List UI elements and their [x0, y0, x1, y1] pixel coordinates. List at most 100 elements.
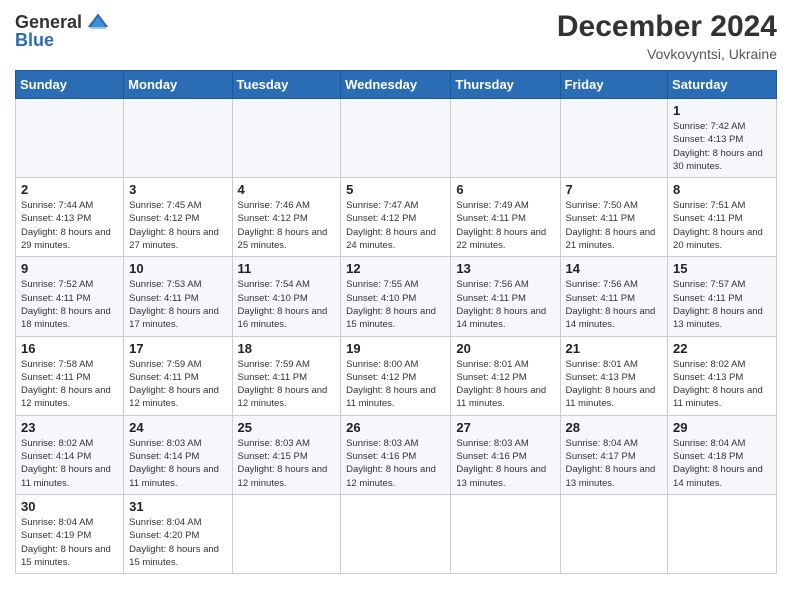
day-detail: Sunrise: 7:59 AMSunset: 4:11 PMDaylight:…	[238, 358, 336, 411]
col-header-monday: Monday	[124, 71, 232, 99]
calendar-cell: 9 Sunrise: 7:52 AMSunset: 4:11 PMDaylight…	[16, 257, 124, 336]
day-detail: Sunrise: 7:59 AMSunset: 4:11 PMDaylight:…	[129, 358, 226, 411]
calendar-cell: 17 Sunrise: 7:59 AMSunset: 4:11 PMDayligh…	[124, 336, 232, 415]
month-year: December 2024	[557, 10, 777, 44]
day-number: 15	[673, 261, 771, 276]
calendar-cell	[232, 494, 341, 573]
day-number: 13	[456, 261, 554, 276]
day-number: 2	[21, 182, 118, 197]
day-number: 11	[238, 261, 336, 276]
calendar-cell: 8Sunrise: 7:51 AMSunset: 4:11 PMDaylight…	[668, 178, 777, 257]
day-number: 29	[673, 420, 771, 435]
day-number: 3	[129, 182, 226, 197]
calendar: SundayMondayTuesdayWednesdayThursdayFrid…	[15, 70, 777, 574]
calendar-cell: 27 Sunrise: 8:03 AMSunset: 4:16 PMDayligh…	[451, 415, 560, 494]
day-detail: Sunrise: 8:01 AMSunset: 4:12 PMDaylight:…	[456, 358, 554, 411]
day-number: 14	[566, 261, 663, 276]
day-detail: Sunrise: 7:49 AMSunset: 4:11 PMDaylight:…	[456, 199, 554, 252]
calendar-cell: 15 Sunrise: 7:57 AMSunset: 4:11 PMDayligh…	[668, 257, 777, 336]
day-number: 8	[673, 182, 771, 197]
day-number: 16	[21, 341, 118, 356]
day-detail: Sunrise: 7:54 AMSunset: 4:10 PMDaylight:…	[238, 278, 336, 331]
day-detail: Sunrise: 8:03 AMSunset: 4:15 PMDaylight:…	[238, 437, 336, 490]
day-detail: Sunrise: 8:02 AMSunset: 4:14 PMDaylight:…	[21, 437, 118, 490]
day-detail: Sunrise: 8:03 AMSunset: 4:16 PMDaylight:…	[346, 437, 445, 490]
day-detail: Sunrise: 8:01 AMSunset: 4:13 PMDaylight:…	[566, 358, 663, 411]
day-detail: Sunrise: 7:47 AMSunset: 4:12 PMDaylight:…	[346, 199, 445, 252]
day-number: 1	[673, 103, 771, 118]
day-detail: Sunrise: 7:57 AMSunset: 4:11 PMDaylight:…	[673, 278, 771, 331]
day-detail: Sunrise: 8:03 AMSunset: 4:14 PMDaylight:…	[129, 437, 226, 490]
calendar-week-row: 23 Sunrise: 8:02 AMSunset: 4:14 PMDayligh…	[16, 415, 777, 494]
day-number: 5	[346, 182, 445, 197]
logo: General Blue	[15, 10, 110, 51]
col-header-friday: Friday	[560, 71, 668, 99]
col-header-thursday: Thursday	[451, 71, 560, 99]
col-header-wednesday: Wednesday	[341, 71, 451, 99]
calendar-cell: 4 Sunrise: 7:46 AMSunset: 4:12 PMDaylight…	[232, 178, 341, 257]
location: Vovkovyntsi, Ukraine	[557, 46, 777, 62]
calendar-header-row: SundayMondayTuesdayWednesdayThursdayFrid…	[16, 71, 777, 99]
day-detail: Sunrise: 7:52 AMSunset: 4:11 PMDaylight:…	[21, 278, 118, 331]
day-detail: Sunrise: 7:44 AMSunset: 4:13 PMDaylight:…	[21, 199, 118, 252]
col-header-sunday: Sunday	[16, 71, 124, 99]
calendar-cell: 29 Sunrise: 8:04 AMSunset: 4:18 PMDayligh…	[668, 415, 777, 494]
day-detail: Sunrise: 7:56 AMSunset: 4:11 PMDaylight:…	[456, 278, 554, 331]
day-number: 12	[346, 261, 445, 276]
day-detail: Sunrise: 7:53 AMSunset: 4:11 PMDaylight:…	[129, 278, 226, 331]
day-detail: Sunrise: 8:04 AMSunset: 4:18 PMDaylight:…	[673, 437, 771, 490]
calendar-week-row: 1 Sunrise: 7:42 AMSunset: 4:13 PMDaylight…	[16, 99, 777, 178]
day-number: 9	[21, 261, 118, 276]
calendar-cell	[560, 99, 668, 178]
col-header-saturday: Saturday	[668, 71, 777, 99]
calendar-cell: 1 Sunrise: 7:42 AMSunset: 4:13 PMDaylight…	[668, 99, 777, 178]
calendar-cell	[16, 99, 124, 178]
day-number: 25	[238, 420, 336, 435]
day-number: 28	[566, 420, 663, 435]
calendar-cell: 14Sunrise: 7:56 AMSunset: 4:11 PMDayligh…	[560, 257, 668, 336]
calendar-cell: 30 Sunrise: 8:04 AMSunset: 4:19 PMDayligh…	[16, 494, 124, 573]
calendar-cell: 3 Sunrise: 7:45 AMSunset: 4:12 PMDaylight…	[124, 178, 232, 257]
day-number: 6	[456, 182, 554, 197]
day-number: 26	[346, 420, 445, 435]
calendar-cell: 25 Sunrise: 8:03 AMSunset: 4:15 PMDayligh…	[232, 415, 341, 494]
day-number: 19	[346, 341, 445, 356]
day-detail: Sunrise: 7:46 AMSunset: 4:12 PMDaylight:…	[238, 199, 336, 252]
page: General Blue December 2024 Vovkovyntsi, …	[0, 0, 792, 612]
calendar-cell: 26 Sunrise: 8:03 AMSunset: 4:16 PMDayligh…	[341, 415, 451, 494]
calendar-cell: 18 Sunrise: 7:59 AMSunset: 4:11 PMDayligh…	[232, 336, 341, 415]
calendar-cell: 21Sunrise: 8:01 AMSunset: 4:13 PMDayligh…	[560, 336, 668, 415]
day-number: 31	[129, 499, 226, 514]
calendar-cell: 16 Sunrise: 7:58 AMSunset: 4:11 PMDayligh…	[16, 336, 124, 415]
calendar-cell	[232, 99, 341, 178]
day-detail: Sunrise: 8:03 AMSunset: 4:16 PMDaylight:…	[456, 437, 554, 490]
day-number: 27	[456, 420, 554, 435]
logo-icon	[86, 10, 110, 34]
day-number: 23	[21, 420, 118, 435]
day-detail: Sunrise: 7:42 AMSunset: 4:13 PMDaylight:…	[673, 120, 771, 173]
calendar-cell: 6 Sunrise: 7:49 AMSunset: 4:11 PMDaylight…	[451, 178, 560, 257]
calendar-cell: 5 Sunrise: 7:47 AMSunset: 4:12 PMDaylight…	[341, 178, 451, 257]
calendar-cell: 22Sunrise: 8:02 AMSunset: 4:13 PMDayligh…	[668, 336, 777, 415]
calendar-cell: 11 Sunrise: 7:54 AMSunset: 4:10 PMDayligh…	[232, 257, 341, 336]
calendar-cell: 20Sunrise: 8:01 AMSunset: 4:12 PMDayligh…	[451, 336, 560, 415]
day-number: 17	[129, 341, 226, 356]
day-detail: Sunrise: 8:04 AMSunset: 4:17 PMDaylight:…	[566, 437, 663, 490]
calendar-cell: 10Sunrise: 7:53 AMSunset: 4:11 PMDayligh…	[124, 257, 232, 336]
calendar-week-row: 30 Sunrise: 8:04 AMSunset: 4:19 PMDayligh…	[16, 494, 777, 573]
day-number: 4	[238, 182, 336, 197]
calendar-week-row: 16 Sunrise: 7:58 AMSunset: 4:11 PMDayligh…	[16, 336, 777, 415]
day-detail: Sunrise: 7:58 AMSunset: 4:11 PMDaylight:…	[21, 358, 118, 411]
day-number: 22	[673, 341, 771, 356]
calendar-cell: 28 Sunrise: 8:04 AMSunset: 4:17 PMDayligh…	[560, 415, 668, 494]
calendar-cell	[341, 99, 451, 178]
calendar-week-row: 9 Sunrise: 7:52 AMSunset: 4:11 PMDaylight…	[16, 257, 777, 336]
day-detail: Sunrise: 8:04 AMSunset: 4:19 PMDaylight:…	[21, 516, 118, 569]
calendar-cell: 13 Sunrise: 7:56 AMSunset: 4:11 PMDayligh…	[451, 257, 560, 336]
day-number: 30	[21, 499, 118, 514]
day-number: 18	[238, 341, 336, 356]
calendar-cell	[124, 99, 232, 178]
day-detail: Sunrise: 8:00 AMSunset: 4:12 PMDaylight:…	[346, 358, 445, 411]
calendar-week-row: 2 Sunrise: 7:44 AMSunset: 4:13 PMDaylight…	[16, 178, 777, 257]
day-detail: Sunrise: 7:45 AMSunset: 4:12 PMDaylight:…	[129, 199, 226, 252]
